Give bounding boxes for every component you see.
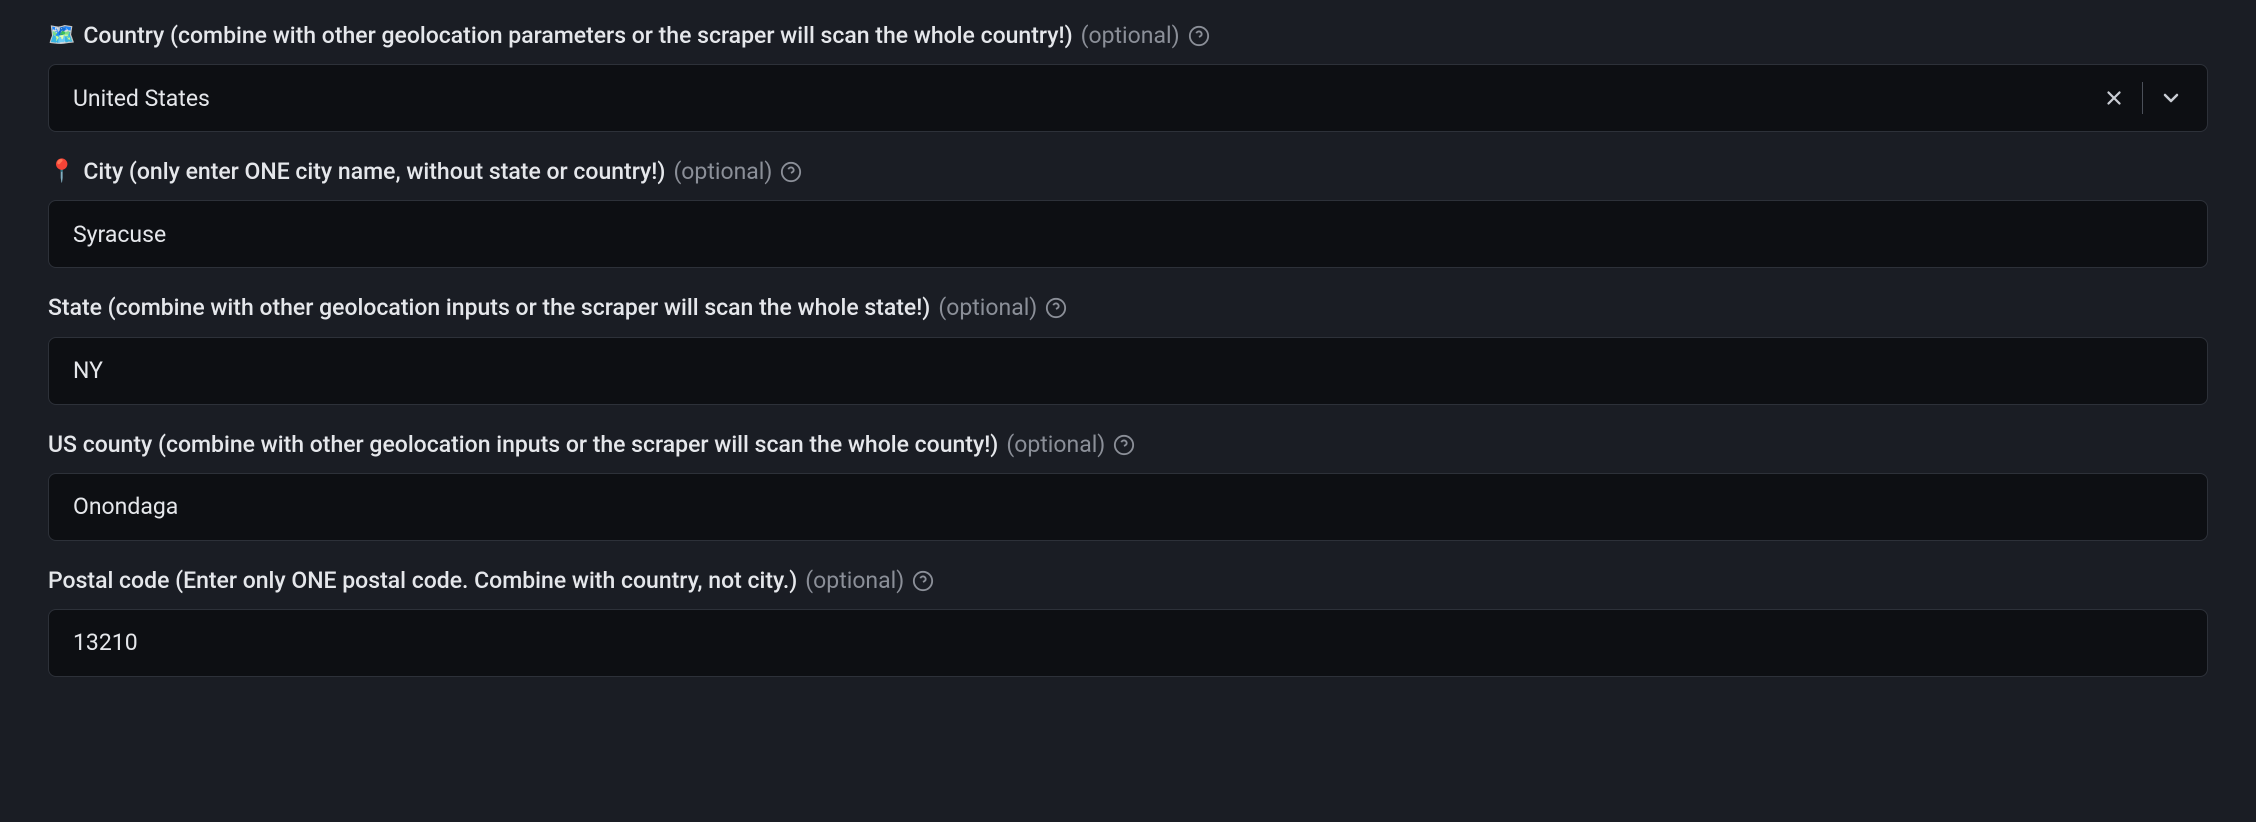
pin-icon: 📍 bbox=[48, 157, 75, 188]
chevron-down-icon[interactable] bbox=[2151, 78, 2191, 118]
county-label-row: US county (combine with other geolocatio… bbox=[48, 429, 2208, 461]
county-label: US county (combine with other geolocatio… bbox=[48, 429, 998, 461]
city-label-row: 📍 City (only enter ONE city name, withou… bbox=[48, 156, 2208, 188]
country-select[interactable]: United States bbox=[48, 64, 2208, 132]
country-select-controls bbox=[2094, 78, 2191, 118]
help-icon[interactable] bbox=[912, 570, 934, 592]
country-optional-tag: (optional) bbox=[1081, 20, 1180, 52]
postal-label-row: Postal code (Enter only ONE postal code.… bbox=[48, 565, 2208, 597]
country-label-row: 🗺️ Country (combine with other geolocati… bbox=[48, 20, 2208, 52]
help-icon[interactable] bbox=[1188, 25, 1210, 47]
state-field-group: State (combine with other geolocation in… bbox=[48, 292, 2208, 404]
state-optional-tag: (optional) bbox=[938, 292, 1037, 324]
state-label-row: State (combine with other geolocation in… bbox=[48, 292, 2208, 324]
county-field-group: US county (combine with other geolocatio… bbox=[48, 429, 2208, 541]
select-separator bbox=[2142, 82, 2143, 114]
city-label: City (only enter ONE city name, without … bbox=[83, 156, 665, 188]
help-icon[interactable] bbox=[1045, 297, 1067, 319]
country-label: Country (combine with other geolocation … bbox=[83, 20, 1072, 52]
postal-optional-tag: (optional) bbox=[805, 565, 904, 597]
city-input[interactable] bbox=[48, 200, 2208, 268]
postal-input[interactable] bbox=[48, 609, 2208, 677]
city-field-group: 📍 City (only enter ONE city name, withou… bbox=[48, 156, 2208, 268]
country-select-value: United States bbox=[73, 85, 2094, 112]
map-icon: 🗺️ bbox=[48, 21, 75, 52]
city-optional-tag: (optional) bbox=[673, 156, 772, 188]
postal-field-group: Postal code (Enter only ONE postal code.… bbox=[48, 565, 2208, 677]
clear-icon[interactable] bbox=[2094, 78, 2134, 118]
help-icon[interactable] bbox=[780, 161, 802, 183]
postal-label: Postal code (Enter only ONE postal code.… bbox=[48, 565, 797, 597]
state-label: State (combine with other geolocation in… bbox=[48, 292, 930, 324]
country-field-group: 🗺️ Country (combine with other geolocati… bbox=[48, 20, 2208, 132]
help-icon[interactable] bbox=[1113, 434, 1135, 456]
state-input[interactable] bbox=[48, 337, 2208, 405]
county-optional-tag: (optional) bbox=[1006, 429, 1105, 461]
county-input[interactable] bbox=[48, 473, 2208, 541]
